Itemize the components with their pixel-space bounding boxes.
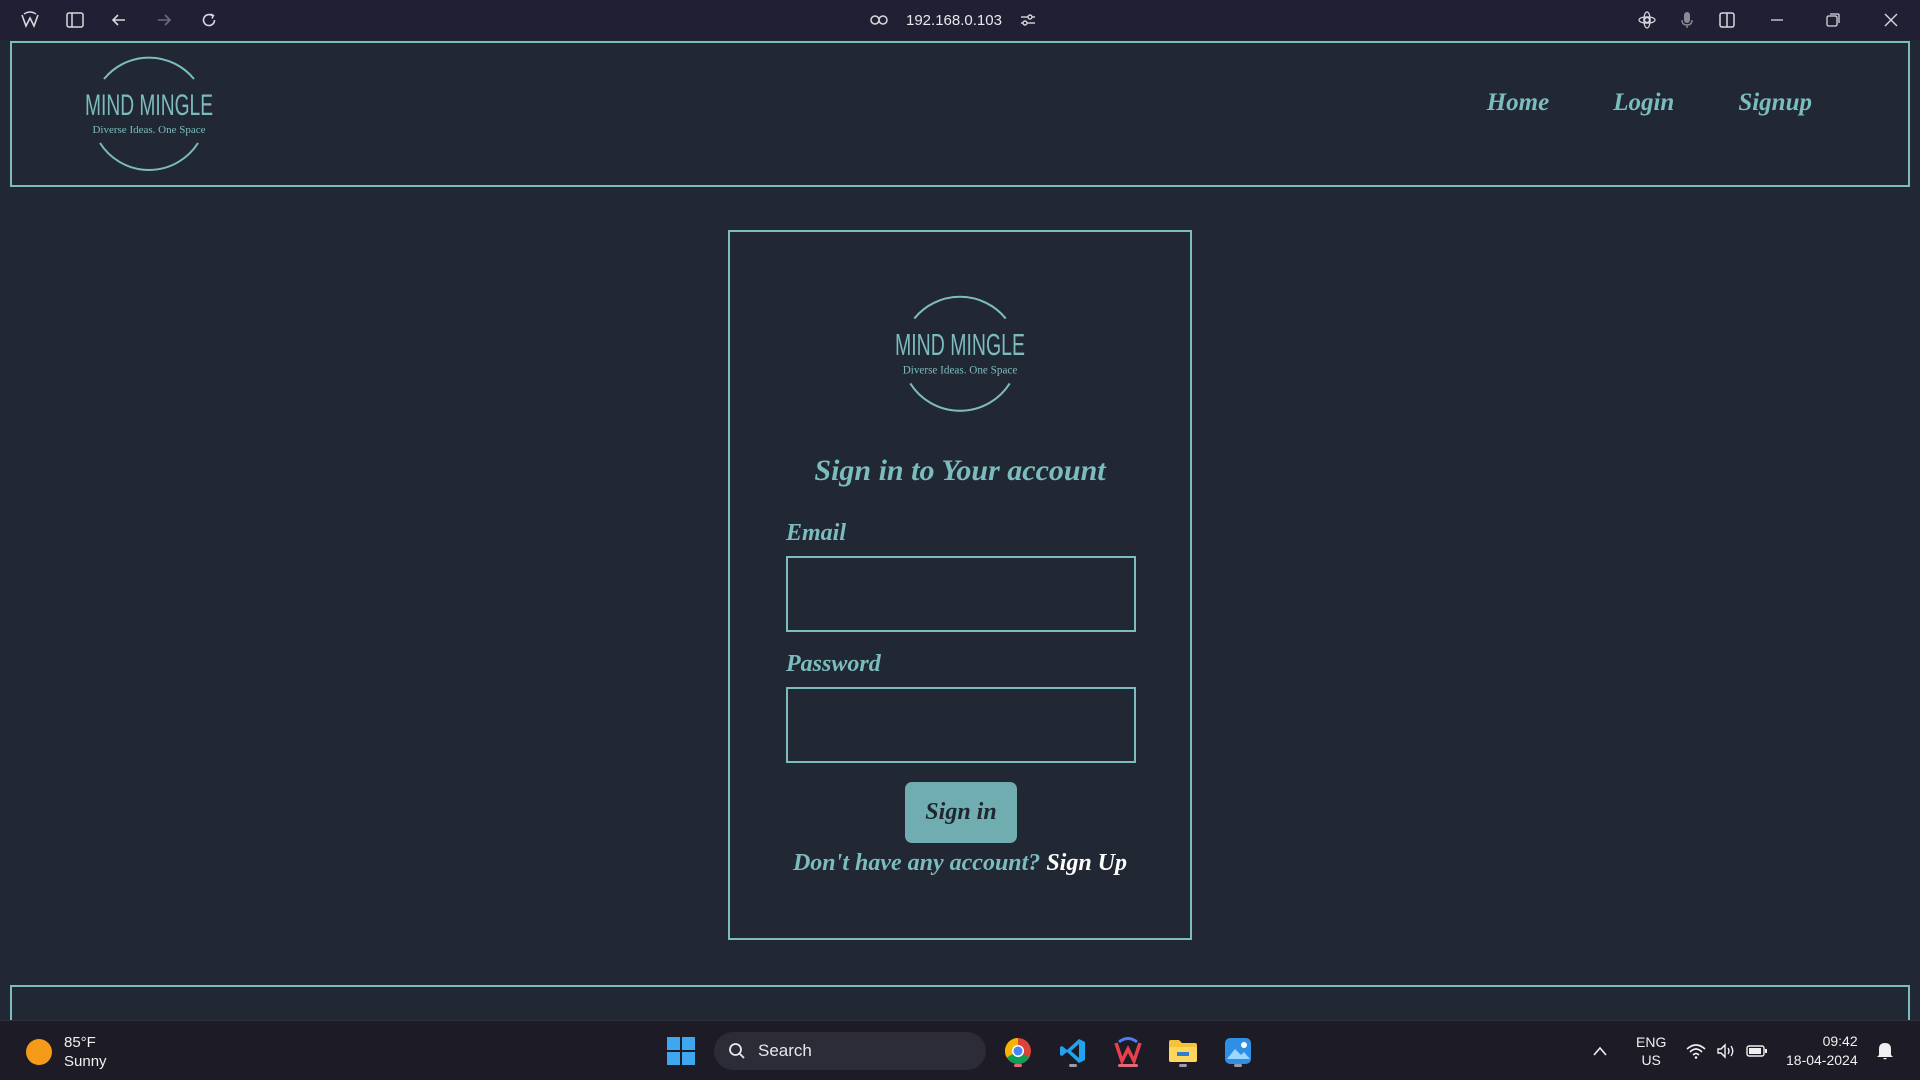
logo-wordmark: MIND MINGLE bbox=[85, 89, 213, 122]
vscode-icon bbox=[1060, 1039, 1085, 1063]
card-logo-wordmark: MIND MINGLE bbox=[895, 328, 1025, 362]
microphone-icon[interactable] bbox=[1672, 6, 1702, 34]
windows-icon bbox=[667, 1037, 695, 1065]
sign-in-button[interactable]: Sign in bbox=[905, 782, 1017, 843]
chevron-up-icon bbox=[1593, 1046, 1607, 1056]
start-button[interactable] bbox=[659, 1031, 703, 1071]
clock-time: 09:42 bbox=[1822, 1033, 1858, 1049]
address-text[interactable]: 192.168.0.103 bbox=[906, 12, 1002, 29]
email-input[interactable] bbox=[786, 556, 1136, 632]
lang-bottom: US bbox=[1641, 1052, 1661, 1068]
photos-app[interactable] bbox=[1216, 1031, 1260, 1071]
nav-home-link[interactable]: Home bbox=[1487, 89, 1550, 117]
link-icon bbox=[870, 14, 888, 26]
login-card: MIND MINGLE Diverse Ideas. One Space Sig… bbox=[728, 230, 1192, 940]
login-title: Sign in to Your account bbox=[814, 454, 1106, 487]
weather-condition: Sunny bbox=[64, 1053, 107, 1070]
clock[interactable]: 09:42 18-04-2024 bbox=[1786, 1021, 1858, 1080]
page-content: MIND MINGLE Diverse Ideas. One Space Hom… bbox=[0, 40, 1920, 1025]
site-footer bbox=[10, 985, 1910, 1025]
extensions-icon[interactable] bbox=[1632, 6, 1662, 34]
signup-prompt-text: Don't have any account? bbox=[792, 850, 1041, 876]
site-settings-icon[interactable] bbox=[1020, 13, 1036, 27]
folder-icon bbox=[1169, 1040, 1197, 1062]
reload-button[interactable] bbox=[194, 6, 224, 34]
search-label: Search bbox=[758, 1041, 812, 1060]
browser-app[interactable] bbox=[1106, 1031, 1150, 1071]
system-tray[interactable] bbox=[1686, 1021, 1768, 1080]
chrome-icon bbox=[1004, 1037, 1031, 1065]
lang-top: ENG bbox=[1636, 1034, 1667, 1050]
sun-icon bbox=[26, 1039, 52, 1065]
address-bar[interactable]: 192.168.0.103 bbox=[870, 6, 1036, 34]
taskbar-search[interactable]: Search bbox=[714, 1032, 986, 1070]
minimize-button[interactable] bbox=[1762, 6, 1792, 34]
show-hidden-icons-button[interactable] bbox=[1592, 1021, 1608, 1080]
email-label: Email bbox=[786, 520, 847, 546]
notifications-button[interactable] bbox=[1876, 1021, 1894, 1080]
bell-icon bbox=[1877, 1043, 1893, 1060]
sign-up-link[interactable]: Sign Up bbox=[1046, 850, 1127, 876]
language-indicator[interactable]: ENG US bbox=[1636, 1021, 1666, 1080]
volume-icon bbox=[1717, 1043, 1734, 1059]
password-label: Password bbox=[786, 651, 881, 677]
main-nav: Home Login Signup bbox=[1487, 89, 1812, 117]
site-logo[interactable]: MIND MINGLE Diverse Ideas. One Space bbox=[82, 47, 216, 181]
browser-logo-icon[interactable] bbox=[15, 6, 45, 34]
logo-tagline: Diverse Ideas. One Space bbox=[92, 124, 205, 136]
browser-app-icon bbox=[1114, 1037, 1142, 1065]
card-logo-tagline: Diverse Ideas. One Space bbox=[903, 364, 1018, 376]
battery-icon bbox=[1746, 1045, 1767, 1057]
back-button[interactable] bbox=[104, 6, 134, 34]
sidebar-toggle-icon[interactable] bbox=[60, 6, 90, 34]
forward-button[interactable] bbox=[149, 6, 179, 34]
close-button[interactable] bbox=[1876, 6, 1906, 34]
photos-icon bbox=[1225, 1038, 1251, 1064]
wifi-icon bbox=[1686, 1044, 1706, 1059]
split-view-icon[interactable] bbox=[1712, 6, 1742, 34]
file-explorer-app[interactable] bbox=[1161, 1031, 1205, 1071]
site-header: MIND MINGLE Diverse Ideas. One Space Hom… bbox=[10, 41, 1910, 187]
nav-login-link[interactable]: Login bbox=[1613, 89, 1674, 117]
card-logo: MIND MINGLE Diverse Ideas. One Space bbox=[892, 286, 1028, 422]
signup-prompt: Don't have any account? Sign Up bbox=[730, 850, 1190, 877]
vscode-app[interactable] bbox=[1051, 1031, 1095, 1071]
weather-temperature: 85°F bbox=[64, 1034, 96, 1051]
search-icon bbox=[729, 1043, 745, 1059]
password-input[interactable] bbox=[786, 687, 1136, 763]
taskbar: 85°F Sunny Search ENG US 09:42 18-04-202… bbox=[0, 1020, 1920, 1080]
chrome-app[interactable] bbox=[996, 1031, 1040, 1071]
nav-signup-link[interactable]: Signup bbox=[1738, 89, 1812, 117]
weather-widget[interactable]: 85°F Sunny bbox=[26, 1033, 107, 1071]
clock-date: 18-04-2024 bbox=[1786, 1052, 1858, 1068]
restore-button[interactable] bbox=[1818, 6, 1848, 34]
browser-toolbar: 192.168.0.103 bbox=[0, 0, 1920, 40]
